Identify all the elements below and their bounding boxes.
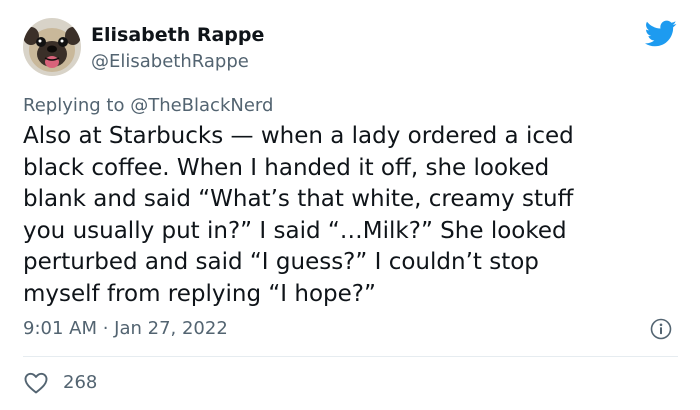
like-button[interactable]: 268 (23, 370, 97, 396)
twitter-bird-icon[interactable] (645, 20, 677, 48)
heart-icon[interactable] (23, 371, 49, 395)
reply-mention-link[interactable]: @TheBlackNerd (130, 95, 273, 116)
tweet-card: Elisabeth Rappe @ElisabethRappe Replying… (0, 0, 700, 410)
divider (23, 356, 678, 357)
pug-avatar-icon (23, 18, 81, 76)
avatar[interactable] (23, 18, 81, 76)
tweet-text: Also at Starbucks — when a lady ordered … (23, 123, 574, 307)
replying-to: Replying to @TheBlackNerd (23, 95, 273, 117)
like-count: 268 (63, 372, 98, 393)
author-name[interactable]: Elisabeth Rappe (91, 24, 264, 46)
author-handle[interactable]: @ElisabethRappe (91, 51, 249, 73)
info-icon[interactable] (650, 318, 672, 340)
replying-to-prefix: Replying to (23, 95, 131, 116)
tweet-timestamp[interactable]: 9:01 AM · Jan 27, 2022 (23, 318, 228, 340)
